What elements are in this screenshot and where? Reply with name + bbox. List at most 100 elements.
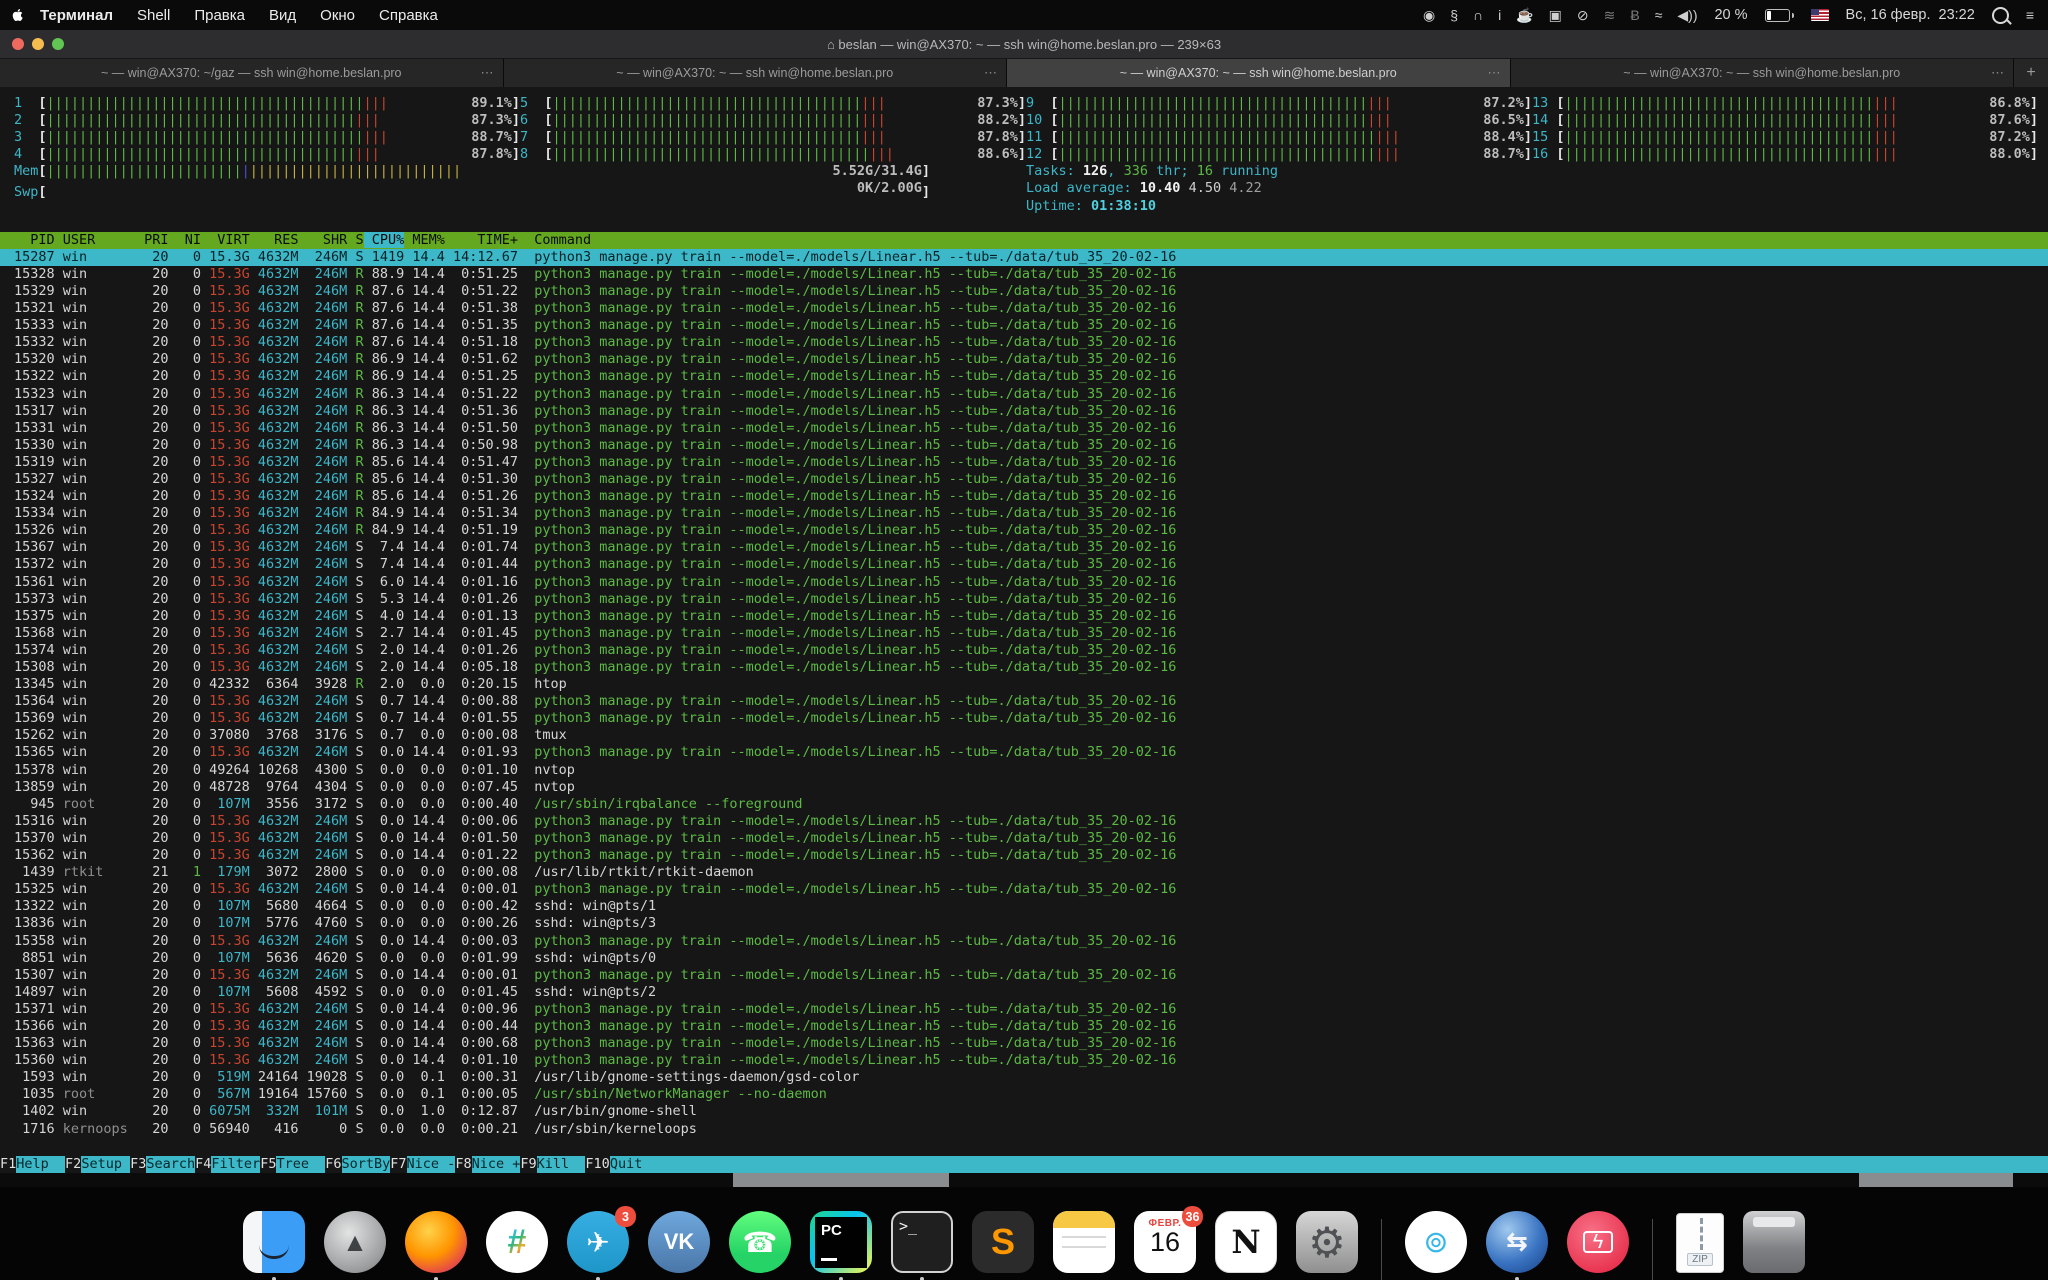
fkey-f3[interactable]: F3 xyxy=(130,1155,147,1173)
process-row-13836[interactable]: 13836 win 20 0 107M 5776 4760 S 0.0 0.0 … xyxy=(0,915,2048,932)
process-row-13322[interactable]: 13322 win 20 0 107M 5680 4664 S 0.0 0.0 … xyxy=(0,898,2048,915)
dock-item-firefox[interactable] xyxy=(405,1211,467,1280)
process-row-15323[interactable]: 15323 win 20 0 15.3G 4632M 246M R 86.3 1… xyxy=(0,386,2048,403)
dock-item-whatsapp[interactable]: ☎ xyxy=(729,1211,791,1280)
process-row-15364[interactable]: 15364 win 20 0 15.3G 4632M 246M S 0.7 14… xyxy=(0,693,2048,710)
dock-item-zip-file[interactable]: ZIP xyxy=(1676,1213,1724,1280)
process-row-15316[interactable]: 15316 win 20 0 15.3G 4632M 246M S 0.0 14… xyxy=(0,813,2048,830)
dock-item-calendar[interactable]: ФЕВР. 16 36 xyxy=(1134,1206,1203,1280)
fkey-f1[interactable]: F1 xyxy=(0,1155,17,1173)
dock-item-sync-globe-app[interactable]: ⇆ xyxy=(1486,1211,1548,1280)
process-row-15370[interactable]: 15370 win 20 0 15.3G 4632M 246M S 0.0 14… xyxy=(0,830,2048,847)
terminal-tab-1[interactable]: ~ — win@AX370: ~/gaz — ssh win@home.besl… xyxy=(0,59,504,87)
process-row-1035[interactable]: 1035 root 20 0 567M 19164 15760 S 0.0 0.… xyxy=(0,1086,2048,1103)
dock-item-system-preferences[interactable]: ⚙ xyxy=(1296,1211,1358,1280)
new-tab-button[interactable]: + xyxy=(2014,59,2048,87)
process-row-1593[interactable]: 1593 win 20 0 519M 24164 19028 S 0.0 0.1… xyxy=(0,1069,2048,1086)
dock-item-battery-device-app[interactable]: ϟ xyxy=(1567,1211,1629,1280)
dock-item-sublime-text[interactable]: S xyxy=(972,1211,1034,1280)
shortcuts-icon[interactable]: ▣ xyxy=(1549,8,1562,22)
process-row-15361[interactable]: 15361 win 20 0 15.3G 4632M 246M S 6.0 14… xyxy=(0,574,2048,591)
process-row-15330[interactable]: 15330 win 20 0 15.3G 4632M 246M R 86.3 1… xyxy=(0,437,2048,454)
dock-item-launchpad[interactable]: ▲ xyxy=(324,1211,386,1280)
fkey-f6[interactable]: F6 xyxy=(325,1155,342,1173)
fkey-f9[interactable]: F9 xyxy=(520,1155,537,1173)
process-row-15365[interactable]: 15365 win 20 0 15.3G 4632M 246M S 0.0 14… xyxy=(0,744,2048,761)
dock-item-telegram[interactable]: ✈ 3 xyxy=(567,1206,636,1280)
tab-options-icon[interactable]: ⋯ xyxy=(481,65,495,81)
dock-item-pycharm[interactable]: PC xyxy=(810,1211,872,1280)
menu-справка[interactable]: Справка xyxy=(367,7,450,24)
process-row-15308[interactable]: 15308 win 20 0 15.3G 4632M 246M S 2.0 14… xyxy=(0,659,2048,676)
dock-item-notion[interactable]: N xyxy=(1215,1211,1277,1280)
process-row-15367[interactable]: 15367 win 20 0 15.3G 4632M 246M S 7.4 14… xyxy=(0,539,2048,556)
dock-item-finder[interactable] xyxy=(243,1211,305,1280)
process-row-15372[interactable]: 15372 win 20 0 15.3G 4632M 246M S 7.4 14… xyxy=(0,556,2048,573)
circle-alert-icon[interactable]: ◉ xyxy=(1423,8,1435,22)
process-row-15322[interactable]: 15322 win 20 0 15.3G 4632M 246M R 86.9 1… xyxy=(0,368,2048,385)
fkey-label-quit[interactable]: Quit xyxy=(609,1155,643,1173)
process-row-15363[interactable]: 15363 win 20 0 15.3G 4632M 246M S 0.0 14… xyxy=(0,1035,2048,1052)
process-row-15358[interactable]: 15358 win 20 0 15.3G 4632M 246M S 0.0 14… xyxy=(0,933,2048,950)
process-row-15366[interactable]: 15366 win 20 0 15.3G 4632M 246M S 0.0 14… xyxy=(0,1018,2048,1035)
control-center-icon[interactable]: ≡ xyxy=(2026,8,2034,22)
menu-bar-clock[interactable]: Вс, 16 февр. 23:22 xyxy=(1846,7,1975,23)
process-row-15326[interactable]: 15326 win 20 0 15.3G 4632M 246M R 84.9 1… xyxy=(0,522,2048,539)
process-row-15378[interactable]: 15378 win 20 0 49264 10268 4300 S 0.0 0.… xyxy=(0,762,2048,779)
dock-item-trash[interactable] xyxy=(1743,1211,1805,1280)
process-row-15333[interactable]: 15333 win 20 0 15.3G 4632M 246M R 87.6 1… xyxy=(0,317,2048,334)
process-row-15369[interactable]: 15369 win 20 0 15.3G 4632M 246M S 0.7 14… xyxy=(0,710,2048,727)
coffee-charge-icon[interactable]: ☕ xyxy=(1516,8,1533,22)
volume-icon[interactable]: ◀)) xyxy=(1677,8,1697,22)
process-row-13859[interactable]: 13859 win 20 0 48728 9764 4304 S 0.0 0.0… xyxy=(0,779,2048,796)
process-row-8851[interactable]: 8851 win 20 0 107M 5636 4620 S 0.0 0.0 0… xyxy=(0,950,2048,967)
process-table-header[interactable]: PID USER PRI NI VIRT RES SHR S CPU% MEM%… xyxy=(0,231,2048,249)
terminal-tab-3[interactable]: ~ — win@AX370: ~ — ssh win@home.beslan.p… xyxy=(1007,59,1511,87)
menu-правка[interactable]: Правка xyxy=(182,7,257,24)
process-row-15321[interactable]: 15321 win 20 0 15.3G 4632M 246M R 87.6 1… xyxy=(0,300,2048,317)
process-row-15368[interactable]: 15368 win 20 0 15.3G 4632M 246M S 2.7 14… xyxy=(0,625,2048,642)
process-row-15317[interactable]: 15317 win 20 0 15.3G 4632M 246M R 86.3 1… xyxy=(0,403,2048,420)
fkey-label-search[interactable]: Search xyxy=(146,1155,196,1173)
info-icon[interactable]: i xyxy=(1498,8,1501,22)
fkey-label-nice-+[interactable]: Nice + xyxy=(471,1155,521,1173)
process-row-15319[interactable]: 15319 win 20 0 15.3G 4632M 246M R 85.6 1… xyxy=(0,454,2048,471)
process-row-15327[interactable]: 15327 win 20 0 15.3G 4632M 246M R 85.6 1… xyxy=(0,471,2048,488)
process-row-13345[interactable]: 13345 win 20 0 42332 6364 3928 R 2.0 0.0… xyxy=(0,676,2048,693)
fkey-f4[interactable]: F4 xyxy=(195,1155,212,1173)
process-row-15362[interactable]: 15362 win 20 0 15.3G 4632M 246M S 0.0 14… xyxy=(0,847,2048,864)
dock-item-remote-wifi-app[interactable]: ⊚ xyxy=(1405,1211,1467,1280)
do-not-disturb-icon[interactable]: ⊘ xyxy=(1577,8,1589,22)
menu-вид[interactable]: Вид xyxy=(257,7,308,24)
fkey-label-tree[interactable]: Tree xyxy=(276,1155,326,1173)
menu-окно[interactable]: Окно xyxy=(308,7,367,24)
process-row-1716[interactable]: 1716 kernoops 20 0 56940 416 0 S 0.0 0.0… xyxy=(0,1121,2048,1138)
tab-options-icon[interactable]: ⋯ xyxy=(984,65,998,81)
menu-shell[interactable]: Shell xyxy=(125,7,182,24)
process-row-945[interactable]: 945 root 20 0 107M 3556 3172 S 0.0 0.0 0… xyxy=(0,796,2048,813)
magnet-icon[interactable]: ∩ xyxy=(1473,8,1483,22)
terminal-tab-2[interactable]: ~ — win@AX370: ~ — ssh win@home.beslan.p… xyxy=(503,59,1007,87)
process-row-15325[interactable]: 15325 win 20 0 15.3G 4632M 246M S 0.0 14… xyxy=(0,881,2048,898)
process-row-15262[interactable]: 15262 win 20 0 37080 3768 3176 S 0.7 0.0… xyxy=(0,727,2048,744)
apple-menu-icon[interactable] xyxy=(0,6,34,24)
process-row-1439[interactable]: 1439 rtkit 21 1 179M 3072 2800 S 0.0 0.0… xyxy=(0,864,2048,881)
wireless-signal-icon[interactable]: ≋ xyxy=(1604,8,1616,22)
fkey-f8[interactable]: F8 xyxy=(455,1155,472,1173)
process-row-15332[interactable]: 15332 win 20 0 15.3G 4632M 246M R 87.6 1… xyxy=(0,334,2048,351)
tab-options-icon[interactable]: ⋯ xyxy=(1488,65,1502,81)
process-row-15371[interactable]: 15371 win 20 0 15.3G 4632M 246M S 0.0 14… xyxy=(0,1001,2048,1018)
process-row-15360[interactable]: 15360 win 20 0 15.3G 4632M 246M S 0.0 14… xyxy=(0,1052,2048,1069)
process-row-15329[interactable]: 15329 win 20 0 15.3G 4632M 246M R 87.6 1… xyxy=(0,283,2048,300)
process-row-15331[interactable]: 15331 win 20 0 15.3G 4632M 246M R 86.3 1… xyxy=(0,420,2048,437)
process-row-15307[interactable]: 15307 win 20 0 15.3G 4632M 246M S 0.0 14… xyxy=(0,967,2048,984)
tab-options-icon[interactable]: ⋯ xyxy=(1991,65,2005,81)
process-row-15320[interactable]: 15320 win 20 0 15.3G 4632M 246M R 86.9 1… xyxy=(0,351,2048,368)
spotlight-search-icon[interactable] xyxy=(1991,6,2009,24)
process-row-14897[interactable]: 14897 win 20 0 107M 5608 4592 S 0.0 0.0 … xyxy=(0,984,2048,1001)
battery-icon[interactable] xyxy=(1764,8,1794,22)
minimize-window-button[interactable] xyxy=(32,38,44,50)
fkey-label-help[interactable]: Help xyxy=(16,1155,66,1173)
process-row-15328[interactable]: 15328 win 20 0 15.3G 4632M 246M R 88.9 1… xyxy=(0,266,2048,283)
process-row-15287[interactable]: 15287 win 20 0 15.3G 4632M 246M S 1419 1… xyxy=(0,248,2048,266)
